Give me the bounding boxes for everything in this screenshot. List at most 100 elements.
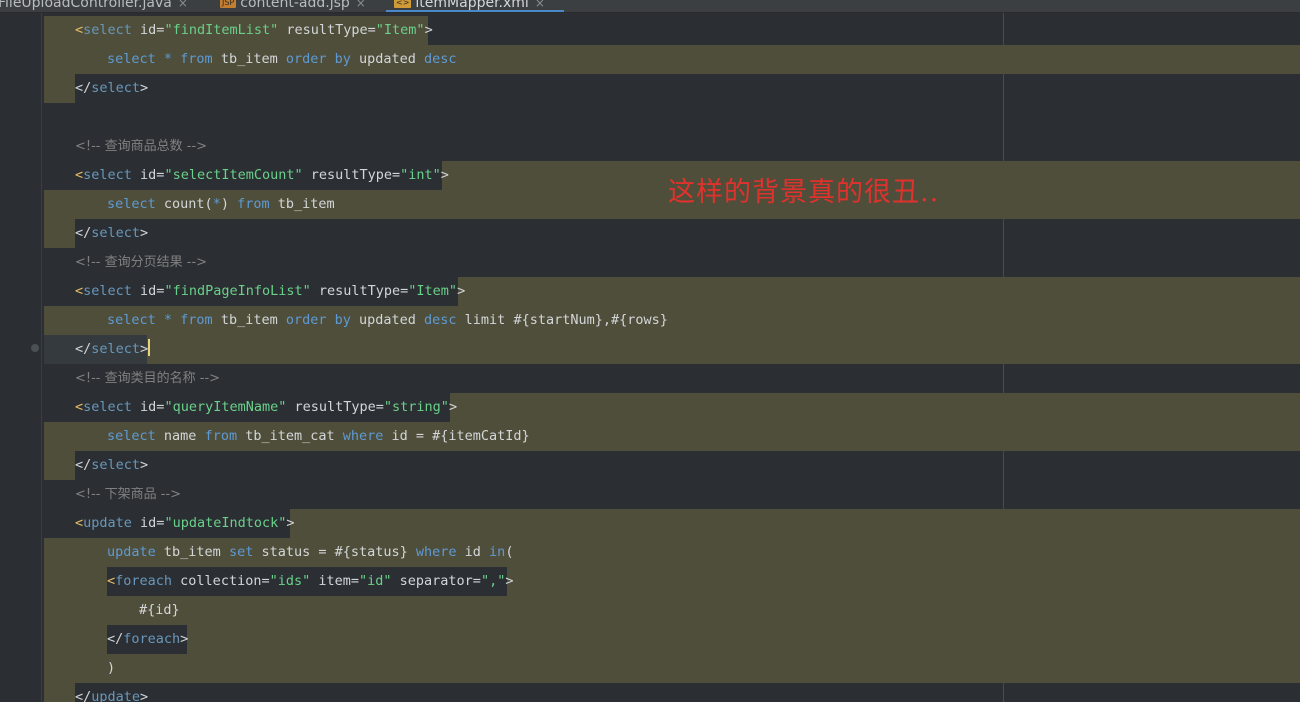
line-text: #{id} xyxy=(139,596,180,625)
fold-guide xyxy=(41,13,42,702)
code-token: select xyxy=(91,341,141,357)
line-text: </select> xyxy=(75,451,148,480)
code-token: > xyxy=(140,689,149,702)
code-line[interactable]: select * from tb_item order by updated d… xyxy=(44,306,1300,335)
right-margin-guide xyxy=(1003,13,1004,702)
code-token: update xyxy=(83,515,132,531)
code-line[interactable]: </foreach> xyxy=(44,625,1300,654)
line-text: select name from tb_item_cat where id = … xyxy=(107,422,530,451)
code-token: collection= xyxy=(172,573,270,589)
text-caret xyxy=(148,339,151,356)
code-token: </ xyxy=(75,80,92,96)
code-line[interactable]: select * from tb_item order by updated d… xyxy=(44,45,1300,74)
code-token: select xyxy=(91,457,141,473)
code-token: update xyxy=(91,689,141,702)
line-highlight xyxy=(44,451,75,480)
line-highlight xyxy=(44,219,75,248)
code-token: * xyxy=(155,51,181,67)
line-text: <!-- 下架商品 --> xyxy=(75,480,181,509)
code-token: from xyxy=(180,312,213,328)
code-line[interactable]: ) xyxy=(44,654,1300,683)
code-token: > xyxy=(448,399,458,415)
close-icon[interactable]: × xyxy=(178,0,188,10)
code-line[interactable]: <select id="queryItemName" resultType="s… xyxy=(44,393,1300,422)
code-line[interactable]: <select id="findItemList" resultType="It… xyxy=(44,16,1300,45)
code-token: select xyxy=(107,428,156,444)
code-token: "string" xyxy=(383,399,449,415)
code-token: tb_item xyxy=(269,196,335,212)
line-text: </select> xyxy=(75,335,151,364)
code-line[interactable]: </select> xyxy=(44,74,1300,103)
line-highlight xyxy=(290,509,1300,538)
line-text: <select id="findPageInfoList" resultType… xyxy=(75,277,465,306)
code-token: < xyxy=(107,573,116,589)
code-token: item= xyxy=(310,573,360,589)
line-text: <foreach collection="ids" item="id" sepa… xyxy=(107,567,513,596)
close-icon[interactable]: × xyxy=(535,0,545,10)
line-highlight xyxy=(44,596,1300,625)
code-line[interactable]: <!-- 下架商品 --> xyxy=(44,480,1300,509)
code-token: "id" xyxy=(359,573,392,589)
code-line[interactable]: <!-- 查询分页结果 --> xyxy=(44,248,1300,277)
code-token: id= xyxy=(131,283,165,299)
breakpoint-marker-icon[interactable] xyxy=(31,344,39,352)
tab-fileuploadcontroller[interactable]: FileUploadController.java × xyxy=(0,0,188,12)
code-token: resultType= xyxy=(278,22,376,38)
code-line[interactable]: #{id} xyxy=(44,596,1300,625)
code-token: > xyxy=(457,283,466,299)
code-line[interactable]: </update> xyxy=(44,683,1300,702)
code-token: < xyxy=(75,399,84,415)
code-token: "updateIndtock" xyxy=(164,515,287,531)
code-line[interactable]: update tb_item set status = #{status} wh… xyxy=(44,538,1300,567)
code-line[interactable]: <update id="updateIndtock"> xyxy=(44,509,1300,538)
code-line[interactable]: </select> xyxy=(44,219,1300,248)
line-text: </select> xyxy=(75,74,148,103)
code-token: > xyxy=(140,80,149,96)
line-text: <!-- 查询分页结果 --> xyxy=(75,248,207,277)
close-icon[interactable]: × xyxy=(356,0,366,10)
code-token: <!-- 查询类目的名称 --> xyxy=(75,371,221,386)
line-text: ) xyxy=(107,654,115,683)
line-highlight xyxy=(458,277,1300,306)
code-token: separator= xyxy=(391,573,481,589)
code-token: </ xyxy=(75,225,92,241)
code-line[interactable]: select name from tb_item_cat where id = … xyxy=(44,422,1300,451)
code-token: in xyxy=(489,544,506,560)
code-token: id = #{itemCatId} xyxy=(383,428,530,444)
code-token: id= xyxy=(131,22,165,38)
code-line[interactable]: <!-- 查询类目的名称 --> xyxy=(44,364,1300,393)
editor-gutter[interactable] xyxy=(0,13,44,702)
code-token: resultType= xyxy=(302,167,401,183)
code-token: select xyxy=(107,51,156,67)
code-token: from xyxy=(180,51,213,67)
code-token: <!-- 查询商品总数 --> xyxy=(75,139,208,154)
code-token: </ xyxy=(75,689,92,702)
code-token: foreach xyxy=(123,631,181,647)
line-text: <select id="queryItemName" resultType="s… xyxy=(75,393,457,422)
code-token: <!-- 查询分页结果 --> xyxy=(75,255,208,270)
code-token: select xyxy=(83,22,132,38)
code-token: name xyxy=(155,428,205,444)
line-text: select * from tb_item order by updated d… xyxy=(107,45,457,74)
tab-content-add-jsp[interactable]: JSP content-add.jsp × xyxy=(220,0,366,12)
line-highlight xyxy=(44,567,107,596)
line-text: </update> xyxy=(75,683,148,702)
code-token: id= xyxy=(131,167,165,183)
code-line[interactable]: </select> xyxy=(44,335,1300,364)
code-token: "Item" xyxy=(375,22,425,38)
code-token: > xyxy=(505,573,514,589)
line-highlight xyxy=(44,654,1300,683)
code-token: "," xyxy=(480,573,506,589)
code-token: order by xyxy=(285,51,351,67)
code-line[interactable]: <!-- 查询商品总数 --> xyxy=(44,132,1300,161)
code-token: ( xyxy=(505,544,514,560)
line-highlight xyxy=(44,74,75,103)
code-token: > xyxy=(440,167,449,183)
code-line[interactable]: <select id="findPageInfoList" resultType… xyxy=(44,277,1300,306)
code-token: ) xyxy=(220,196,238,212)
code-line[interactable]: </select> xyxy=(44,451,1300,480)
line-text: </foreach> xyxy=(107,625,188,654)
tab-label: content-add.jsp xyxy=(240,0,350,11)
code-line[interactable]: <foreach collection="ids" item="id" sepa… xyxy=(44,567,1300,596)
code-editor[interactable]: <select id="findItemList" resultType="It… xyxy=(44,13,1300,702)
